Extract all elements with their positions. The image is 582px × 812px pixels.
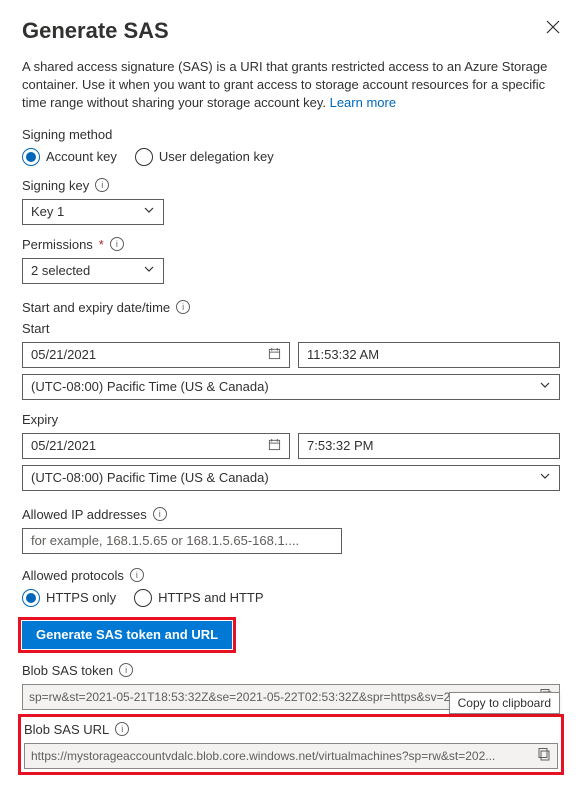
close-button[interactable] [546,20,560,37]
description-body: A shared access signature (SAS) is a URI… [22,59,547,110]
sas-url-label: Blob SAS URL i [24,722,558,737]
expiry-timezone-select[interactable]: (UTC-08:00) Pacific Time (US & Canada) [22,465,560,491]
radio-https-and-http[interactable]: HTTPS and HTTP [134,589,263,607]
expiry-time-value: 7:53:32 PM [307,438,374,453]
signing-key-value: Key 1 [31,204,64,219]
allowed-ip-placeholder: for example, 168.1.5.65 or 168.1.5.65-16… [31,533,299,548]
allowed-protocols-label: Allowed protocols i [22,568,560,583]
signing-key-label: Signing key i [22,178,560,193]
start-timezone-select[interactable]: (UTC-08:00) Pacific Time (US & Canada) [22,374,560,400]
sas-url-value: https://mystorageaccountvdalc.blob.core.… [31,749,537,763]
copy-icon[interactable] [537,747,551,764]
learn-more-link[interactable]: Learn more [330,95,396,110]
radio-account-key[interactable]: Account key [22,148,117,166]
page-title: Generate SAS [22,18,560,44]
info-icon[interactable]: i [153,507,167,521]
radio-https-http-label: HTTPS and HTTP [158,590,263,605]
radio-https-only[interactable]: HTTPS only [22,589,116,607]
permissions-select[interactable]: 2 selected [22,258,164,284]
info-icon[interactable]: i [176,300,190,314]
calendar-icon [268,347,281,363]
radio-user-delegation-key[interactable]: User delegation key [135,148,274,166]
copy-tooltip: Copy to clipboard [449,692,560,714]
sas-url-output[interactable]: https://mystorageaccountvdalc.blob.core.… [24,743,558,769]
start-expiry-label: Start and expiry date/time i [22,300,560,315]
start-time-input[interactable]: 11:53:32 AM [298,342,560,368]
sas-token-label: Blob SAS token i [22,663,560,678]
allowed-ip-label: Allowed IP addresses i [22,507,560,522]
generate-sas-button[interactable]: Generate SAS token and URL [22,621,232,649]
expiry-label: Expiry [22,412,560,427]
radio-dot-icon [135,148,153,166]
radio-dot-icon [134,589,152,607]
radio-user-delegation-label: User delegation key [159,149,274,164]
signing-key-select[interactable]: Key 1 [22,199,164,225]
info-icon[interactable]: i [95,178,109,192]
description-text: A shared access signature (SAS) is a URI… [22,58,560,113]
chevron-down-icon [143,263,155,278]
expiry-tz-value: (UTC-08:00) Pacific Time (US & Canada) [31,470,269,485]
info-icon[interactable]: i [115,722,129,736]
info-icon[interactable]: i [130,568,144,582]
expiry-date-value: 05/21/2021 [31,438,96,453]
chevron-down-icon [143,204,155,219]
signing-method-label: Signing method [22,127,560,142]
chevron-down-icon [539,379,551,394]
permissions-value: 2 selected [31,263,90,278]
close-icon [546,20,560,34]
radio-dot-icon [22,589,40,607]
calendar-icon [268,438,281,454]
start-time-value: 11:53:32 AM [307,347,379,362]
allowed-ip-input[interactable]: for example, 168.1.5.65 or 168.1.5.65-16… [22,528,342,554]
info-icon[interactable]: i [110,237,124,251]
radio-account-key-label: Account key [46,149,117,164]
expiry-date-input[interactable]: 05/21/2021 [22,433,290,459]
radio-https-only-label: HTTPS only [46,590,116,605]
info-icon[interactable]: i [119,663,133,677]
start-tz-value: (UTC-08:00) Pacific Time (US & Canada) [31,379,269,394]
start-date-value: 05/21/2021 [31,347,96,362]
start-label: Start [22,321,560,336]
radio-dot-icon [22,148,40,166]
start-date-input[interactable]: 05/21/2021 [22,342,290,368]
expiry-time-input[interactable]: 7:53:32 PM [298,433,560,459]
permissions-label: Permissions * i [22,237,560,252]
chevron-down-icon [539,470,551,485]
required-asterisk: * [99,237,104,252]
sas-url-group: Copy to clipboard Blob SAS URL i https:/… [22,718,560,771]
